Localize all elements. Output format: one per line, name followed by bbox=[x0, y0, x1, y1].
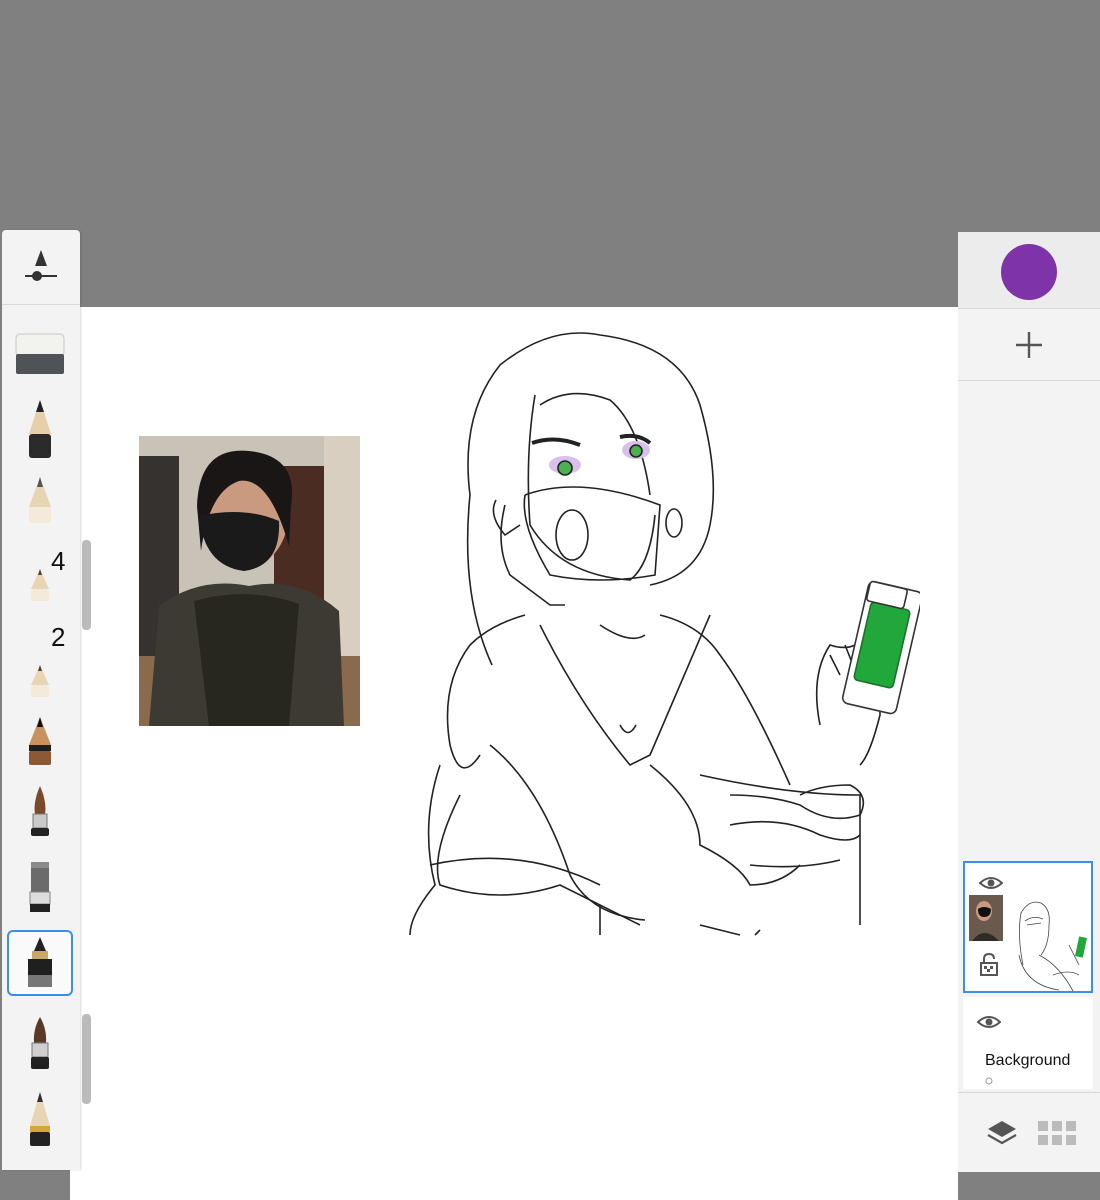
tool-eraser[interactable] bbox=[7, 320, 73, 386]
tool-flat-brush[interactable] bbox=[7, 854, 73, 920]
brush-pen-icon bbox=[31, 1017, 49, 1069]
pencil-icon bbox=[31, 569, 49, 601]
layer-thumbnail bbox=[969, 895, 1087, 992]
eye-icon[interactable] bbox=[979, 875, 1003, 891]
tool-size-label: 2 bbox=[51, 622, 66, 652]
pencil-icon bbox=[29, 717, 51, 765]
pencil-icon bbox=[30, 1092, 50, 1146]
brush-settings-button[interactable] bbox=[2, 230, 80, 305]
tool-fountain-pen[interactable] bbox=[7, 930, 73, 996]
pencil-icon bbox=[31, 665, 49, 697]
tool-pencil-light-smaller[interactable] bbox=[7, 646, 73, 712]
layer-item-background[interactable]: Background bbox=[963, 997, 1093, 1089]
layer-item-selected[interactable] bbox=[963, 861, 1093, 993]
color-swatch[interactable] bbox=[1001, 244, 1057, 300]
add-layer-button[interactable] bbox=[958, 310, 1100, 381]
tool-brush-pen[interactable] bbox=[7, 1010, 73, 1076]
eraser-icon bbox=[15, 333, 65, 374]
paintbrush-icon bbox=[31, 786, 49, 836]
layers-icon[interactable] bbox=[986, 1119, 1018, 1149]
brush-settings-icon bbox=[25, 250, 57, 281]
toolbar-scrollbar[interactable] bbox=[82, 1014, 91, 1104]
tool-pencil-dark[interactable] bbox=[7, 396, 73, 462]
pencil-icon bbox=[29, 400, 51, 458]
grid-icon[interactable] bbox=[1038, 1121, 1076, 1147]
toolbar-scrollbar[interactable] bbox=[82, 540, 91, 630]
tool-pencil-light[interactable] bbox=[7, 468, 73, 534]
flat-brush-icon bbox=[29, 862, 51, 912]
reference-image[interactable] bbox=[139, 436, 360, 726]
brush-toolbar: 4 2 bbox=[2, 230, 80, 1170]
pencil-icon bbox=[29, 477, 51, 523]
tool-size-label: 4 bbox=[51, 546, 66, 576]
line-art-drawing bbox=[400, 325, 923, 950]
plus-icon bbox=[1016, 332, 1042, 358]
tool-pencil-striped[interactable] bbox=[7, 1086, 73, 1152]
tool-paintbrush[interactable] bbox=[7, 778, 73, 844]
color-picker-area bbox=[958, 232, 1100, 309]
layers-panel: Background bbox=[958, 232, 1100, 1172]
pen-icon bbox=[28, 937, 52, 987]
panel-bottom-bar bbox=[958, 1092, 1100, 1173]
radio-icon bbox=[985, 1077, 993, 1085]
eye-icon[interactable] bbox=[977, 1014, 1001, 1030]
tool-pencil-wood[interactable] bbox=[7, 708, 73, 774]
layer-name: Background bbox=[985, 1052, 1071, 1069]
